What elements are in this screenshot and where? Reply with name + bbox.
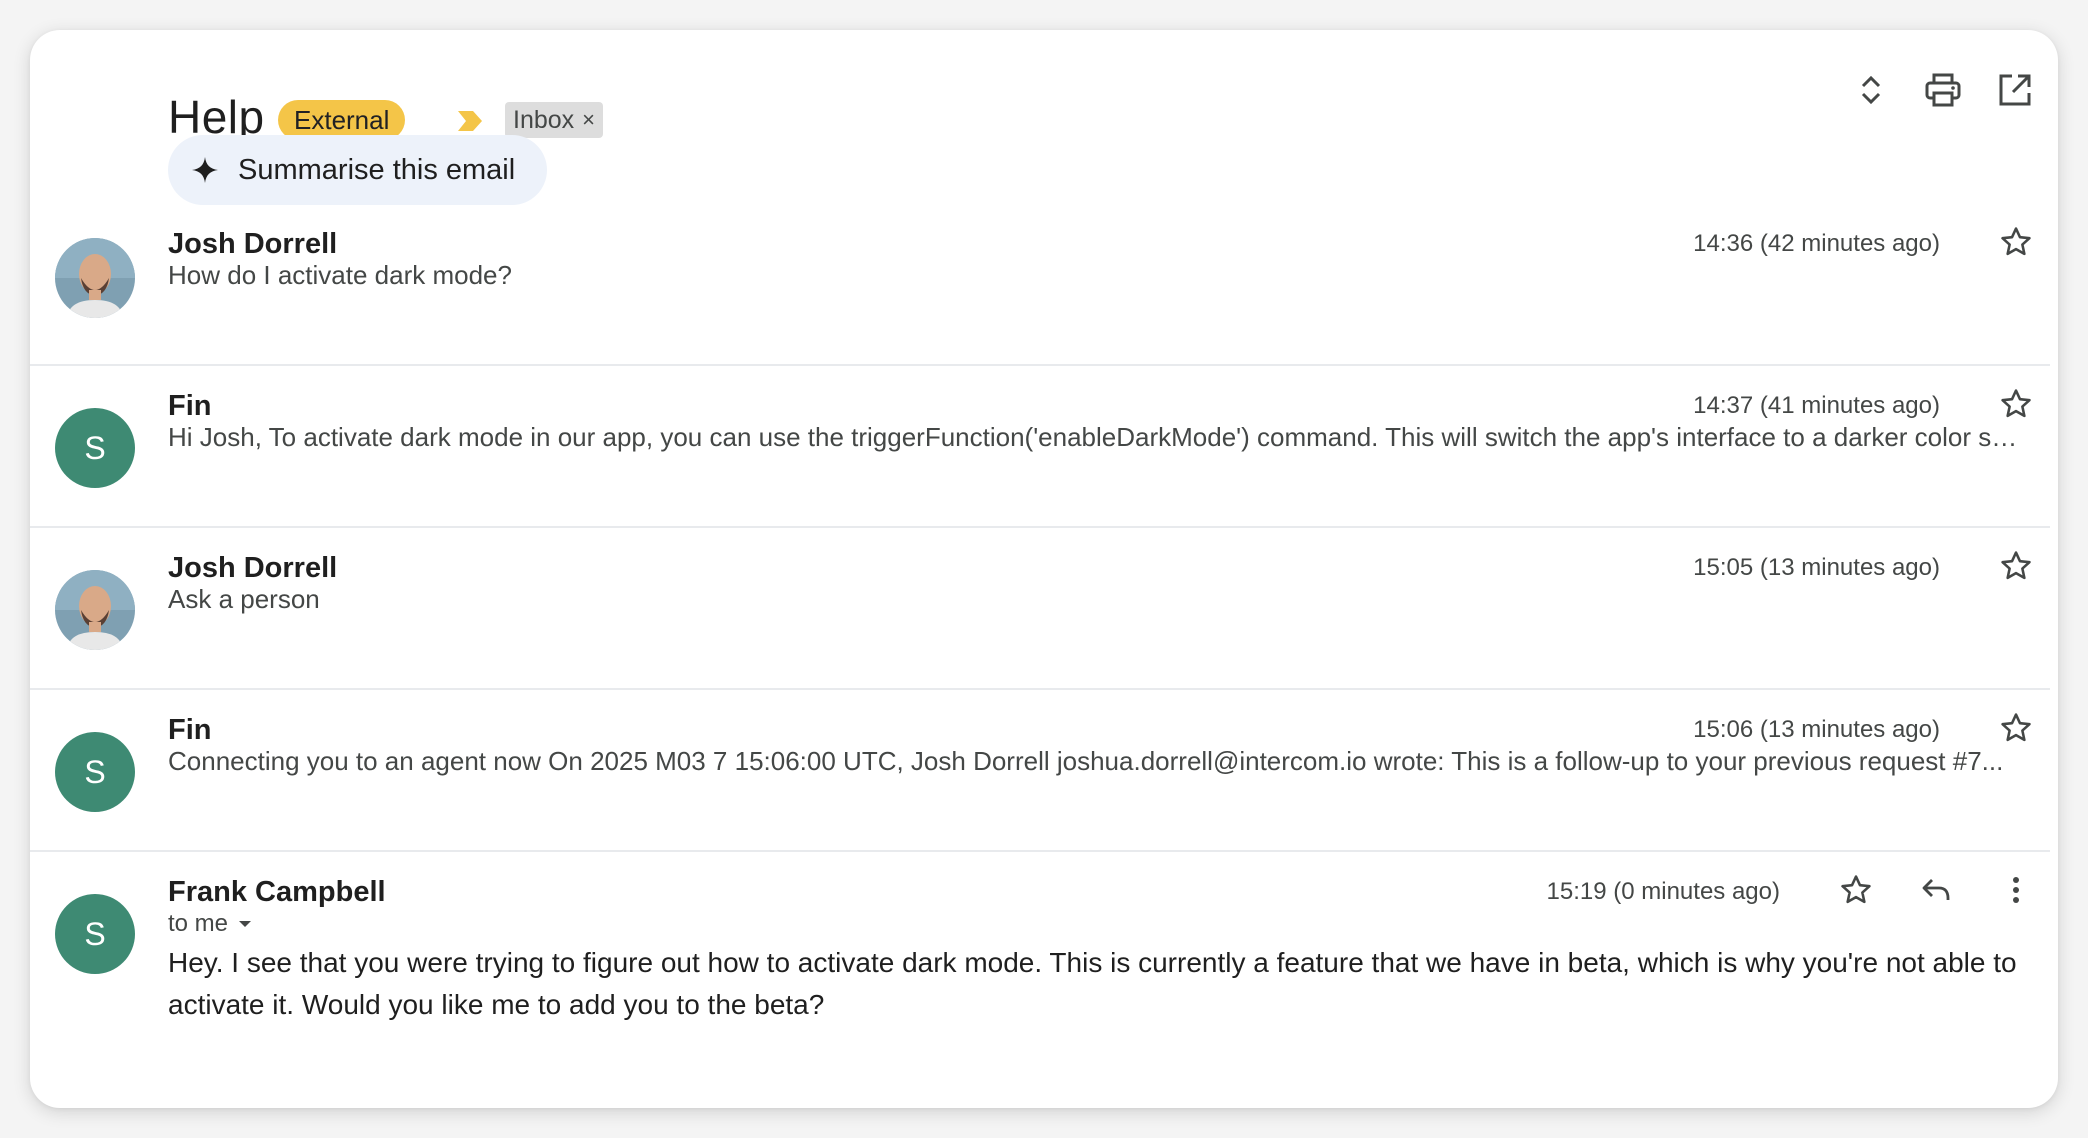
sparkle-icon [192, 157, 218, 183]
sender-name: Frank Campbell [168, 876, 386, 908]
avatar [55, 570, 135, 650]
message-snippet: How do I activate dark mode? [168, 260, 512, 290]
print-icon[interactable] [1923, 70, 1963, 110]
star-icon[interactable] [1836, 870, 1876, 910]
recipient-label: to me [168, 910, 229, 937]
avatar [55, 238, 135, 318]
message-row[interactable]: S Fin Connecting you to an agent now On … [30, 690, 2050, 852]
more-options-icon[interactable] [1996, 870, 2036, 910]
avatar: S [55, 732, 135, 812]
expand-collapse-icon[interactable] [1851, 70, 1891, 110]
star-icon[interactable] [1996, 546, 2036, 586]
message-time: 15:06 (13 minutes ago) [1693, 716, 1940, 743]
reply-icon[interactable] [1916, 870, 1956, 910]
chevron-down-icon [239, 921, 252, 927]
star-icon[interactable] [1996, 222, 2036, 262]
message-time: 15:19 (0 minutes ago) [1546, 878, 1780, 905]
message-snippet: Hi Josh, To activate dark mode in our ap… [168, 422, 2020, 452]
message-body: Hey. I see that you were trying to figur… [168, 947, 2017, 1020]
message-time: 14:37 (41 minutes ago) [1693, 392, 1940, 419]
message-row[interactable]: Josh Dorrell How do I activate dark mode… [30, 204, 2050, 366]
important-marker-icon[interactable] [456, 108, 484, 134]
star-icon[interactable] [1996, 708, 2036, 748]
message-time: 14:36 (42 minutes ago) [1693, 230, 1940, 257]
star-icon[interactable] [1996, 384, 2036, 424]
label-inbox-remove-icon[interactable]: × [582, 102, 595, 138]
sender-name: Fin [168, 714, 212, 746]
sender-name: Josh Dorrell [168, 552, 338, 584]
sender-name: Josh Dorrell [168, 228, 338, 260]
message-time: 15:05 (13 minutes ago) [1693, 554, 1940, 581]
avatar: S [55, 408, 135, 488]
summarise-label: Summarise this email [238, 153, 516, 186]
message-row[interactable]: Josh Dorrell Ask a person 15:05 (13 minu… [30, 528, 2050, 690]
message-expanded: S Frank Campbell to me 15:19 (0 minutes … [30, 852, 2050, 1102]
avatar: S [55, 894, 135, 974]
label-inbox: Inbox × [505, 102, 604, 138]
message-snippet: Connecting you to an agent now On 2025 M… [168, 746, 2004, 776]
label-inbox-text: Inbox [513, 106, 575, 134]
recipient-dropdown[interactable]: to me [168, 910, 252, 938]
open-in-new-window-icon[interactable] [1995, 70, 2035, 110]
message-snippet: Ask a person [168, 584, 320, 614]
email-thread-card: Help External Inbox × Summarise this ema… [30, 30, 2058, 1108]
thread-header: Help External Inbox × [168, 60, 968, 143]
label-external[interactable]: External [278, 100, 406, 140]
sender-name: Fin [168, 390, 212, 422]
summarise-email-button[interactable]: Summarise this email [168, 135, 548, 205]
message-row[interactable]: S Fin Hi Josh, To activate dark mode in … [30, 366, 2050, 528]
